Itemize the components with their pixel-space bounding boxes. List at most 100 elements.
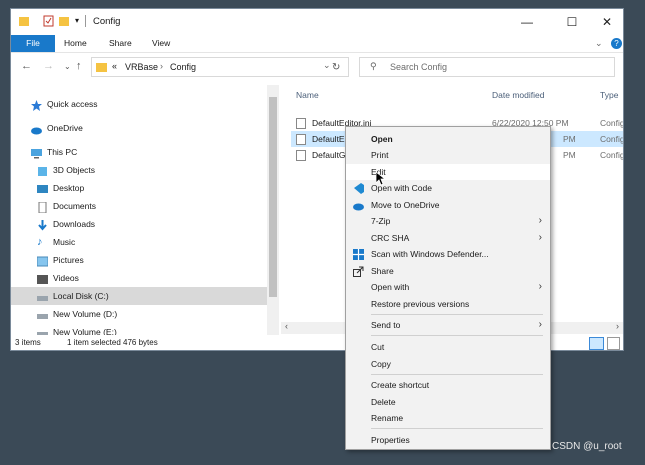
menu-item-label: Create shortcut	[371, 380, 430, 390]
sidebar-item-label: OneDrive	[47, 123, 83, 133]
window-title: Config	[93, 16, 121, 27]
menu-item-label: Share	[371, 266, 394, 276]
close-button[interactable]: ✕	[587, 12, 627, 32]
sidebar-item-new-volume-e[interactable]: New Volume (E:)	[37, 323, 117, 335]
chevron-down-icon[interactable]: ⌄	[595, 35, 603, 52]
download-icon	[37, 219, 48, 231]
sidebar-item-label: Pictures	[53, 255, 84, 265]
menu-item-label: Rename	[371, 413, 404, 423]
sidebar-item-music[interactable]: ♪ Music	[37, 233, 75, 251]
navigation-scrollbar[interactable]	[267, 85, 279, 335]
menu-item-delete[interactable]: Delete	[346, 394, 550, 410]
vscode-icon	[353, 183, 364, 194]
menu-item-label: Delete	[371, 397, 396, 407]
minimize-button[interactable]: —	[507, 12, 547, 32]
menu-item-7zip[interactable]: 7-Zip ›	[346, 213, 550, 229]
sidebar-item-3d-objects[interactable]: 3D Objects	[37, 161, 95, 179]
menu-item-copy[interactable]: Copy	[346, 356, 550, 372]
menu-item-label: Scan with Windows Defender...	[371, 249, 489, 259]
chevron-right-icon: ›	[538, 232, 542, 243]
tab-view[interactable]: View	[152, 35, 170, 52]
menu-item-create-shortcut[interactable]: Create shortcut	[346, 377, 550, 393]
chevron-right-icon: ›	[538, 319, 542, 330]
large-icons-view-icon[interactable]	[607, 337, 620, 350]
menu-item-share[interactable]: Share	[346, 263, 550, 279]
navigation-pane: Quick access OneDrive This PC 3D Objects…	[11, 85, 267, 335]
sidebar-item-documents[interactable]: Documents	[37, 197, 96, 215]
sidebar-item-label: Documents	[53, 201, 96, 211]
sidebar-item-local-disk-c[interactable]: Local Disk (C:)	[11, 287, 267, 305]
menu-item-label: Move to OneDrive	[371, 200, 440, 210]
sidebar-item-onedrive[interactable]: OneDrive	[31, 119, 83, 137]
menu-item-open[interactable]: Open	[346, 131, 550, 147]
menu-item-crc-sha[interactable]: CRC SHA ›	[346, 230, 550, 246]
sidebar-item-label: Music	[53, 237, 76, 247]
menu-item-rename[interactable]: Rename	[346, 410, 550, 426]
column-header-type[interactable]: Type	[600, 90, 618, 100]
mouse-pointer-icon	[375, 171, 387, 188]
share-icon	[353, 266, 364, 277]
search-input[interactable]: Search Config	[390, 62, 447, 72]
item-count: 3 items	[15, 338, 41, 347]
cube-icon	[37, 165, 48, 176]
divider	[85, 15, 86, 27]
menu-item-properties[interactable]: Properties	[346, 432, 550, 448]
menu-item-cut[interactable]: Cut	[346, 339, 550, 355]
music-icon: ♪	[37, 235, 43, 248]
menu-item-scan-defender[interactable]: Scan with Windows Defender...	[346, 246, 550, 262]
breadcrumb-vrbase[interactable]: VRBase	[125, 62, 158, 72]
ribbon: File Home Share View ⌄ ?	[11, 35, 623, 53]
sidebar-item-pictures[interactable]: Pictures	[36, 251, 84, 269]
sidebar-item-quick-access[interactable]: Quick access	[31, 95, 98, 113]
sidebar-item-label: Quick access	[47, 99, 98, 109]
onedrive-icon	[353, 200, 364, 211]
menu-separator	[371, 335, 543, 336]
menu-item-send-to[interactable]: Send to ›	[346, 317, 550, 333]
sidebar-item-label: New Volume (D:)	[53, 309, 118, 319]
up-icon[interactable]: ↑	[76, 60, 82, 72]
tab-home[interactable]: Home	[64, 35, 87, 52]
back-icon[interactable]: ←	[21, 60, 32, 72]
scroll-left-icon[interactable]: ‹	[285, 321, 288, 331]
settings-file-icon	[296, 150, 306, 166]
forward-icon[interactable]: →	[43, 60, 54, 72]
sidebar-item-new-volume-d[interactable]: New Volume (D:)	[37, 305, 117, 323]
new-folder-icon[interactable]	[59, 15, 71, 27]
menu-item-move-to-onedrive[interactable]: Move to OneDrive	[346, 197, 550, 213]
menu-item-label: Open	[371, 134, 393, 144]
sidebar-item-downloads[interactable]: Downloads	[37, 215, 95, 233]
tab-file[interactable]: File	[11, 35, 55, 52]
help-icon[interactable]: ?	[611, 38, 622, 49]
chevron-right-icon: ›	[538, 215, 542, 226]
menu-item-label: 7-Zip	[371, 216, 391, 226]
breadcrumb-overflow[interactable]: «	[112, 61, 117, 71]
sidebar-item-videos[interactable]: Videos	[37, 269, 79, 287]
properties-icon[interactable]	[43, 15, 55, 27]
address-dropdown-icon[interactable]: ⌄	[323, 60, 331, 71]
address-bar[interactable]: « VRBase › Config ⌄	[91, 57, 349, 77]
title-bar: ▾ Config — ☐ ✕	[11, 9, 623, 35]
column-header-date[interactable]: Date modified	[492, 90, 544, 100]
video-icon	[37, 273, 48, 284]
menu-item-label: Copy	[371, 359, 391, 369]
breadcrumb-config[interactable]: Config	[170, 62, 196, 72]
breadcrumb-separator-icon: ›	[160, 61, 163, 71]
tab-share[interactable]: Share	[109, 35, 132, 52]
sidebar-item-desktop[interactable]: Desktop	[37, 179, 84, 197]
column-header-name[interactable]: Name	[296, 90, 319, 100]
menu-item-print[interactable]: Print	[346, 147, 550, 163]
menu-item-open-with[interactable]: Open with ›	[346, 279, 550, 295]
maximize-button[interactable]: ☐	[552, 12, 592, 32]
scrollbar-thumb[interactable]	[269, 97, 277, 297]
recent-locations-icon[interactable]: ⌄	[64, 62, 71, 71]
menu-item-restore-previous[interactable]: Restore previous versions	[346, 296, 550, 312]
menu-item-label: CRC SHA	[371, 233, 410, 243]
scroll-right-icon[interactable]: ›	[616, 321, 619, 331]
file-type: Config	[600, 134, 623, 144]
details-view-icon[interactable]	[589, 337, 604, 350]
refresh-icon[interactable]: ↻	[332, 62, 340, 73]
search-box[interactable]: ⚲ Search Config	[359, 57, 615, 77]
file-name: DefaultE	[312, 134, 345, 144]
cloud-icon	[31, 123, 42, 134]
sidebar-item-this-pc[interactable]: This PC	[31, 143, 77, 161]
